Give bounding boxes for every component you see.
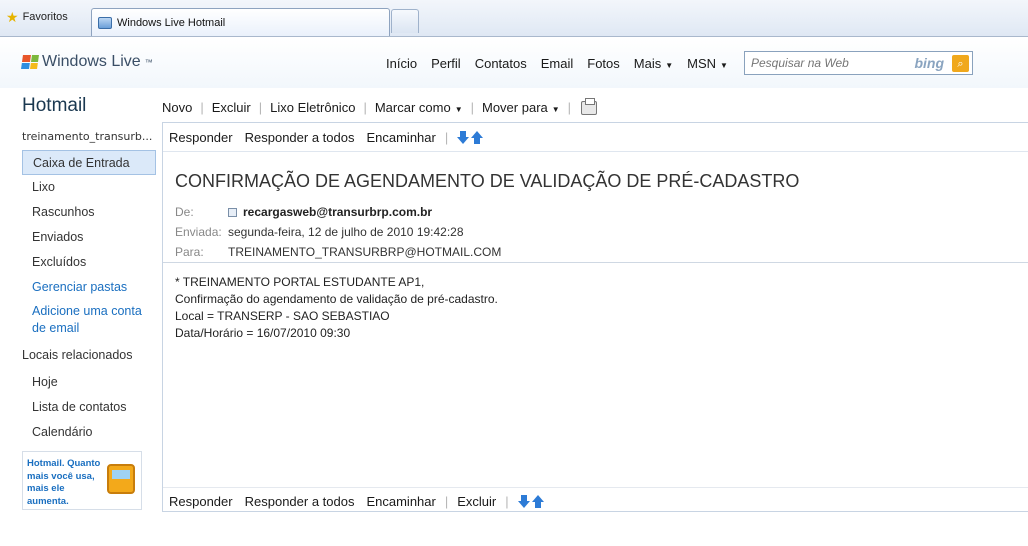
next-message-arrow-icon[interactable] <box>457 131 470 144</box>
move-to-menu[interactable]: Mover para ▼ <box>482 100 560 115</box>
chevron-down-icon: ▼ <box>454 105 463 114</box>
recipient-address: TREINAMENTO_TRANSURBRP@HOTMAIL.COM <box>228 245 502 259</box>
search-input[interactable] <box>745 56 895 70</box>
folder-drafts[interactable]: Rascunhos <box>22 200 156 225</box>
body-line: Data/Horário = 16/07/2010 09:30 <box>175 326 351 340</box>
account-name[interactable]: treinamento_transurb... <box>22 130 160 143</box>
folder-junk[interactable]: Lixo <box>22 175 156 200</box>
search-icon: ⌕ <box>957 57 964 70</box>
nav-contatos[interactable]: Contatos <box>475 56 527 71</box>
nav-msn-label: MSN <box>687 56 717 71</box>
divider: | <box>200 100 204 115</box>
related-places-heading: Locais relacionados <box>22 348 133 362</box>
page-icon <box>98 16 112 29</box>
reply-button[interactable]: Responder <box>169 494 233 509</box>
ad-text: Hotmail. Quanto mais você usa, mais ele … <box>27 458 101 507</box>
folder-inbox[interactable]: Caixa de Entrada <box>22 150 156 175</box>
favorites-button[interactable]: ★ Favoritos <box>6 9 68 25</box>
windows-live-logo[interactable]: Windows Live ™ <box>21 53 153 71</box>
related-calendar[interactable]: Calendário <box>22 420 156 445</box>
manage-folders-link[interactable]: Gerenciar pastas <box>22 275 156 300</box>
star-icon: ★ <box>6 9 19 25</box>
divider: | <box>258 100 263 115</box>
actions-divider <box>163 151 1028 152</box>
sent-label: Enviada: <box>175 225 222 239</box>
browser-tab-strip: ★ Favoritos Windows Live Hotmail <box>0 0 1028 37</box>
nav-perfil[interactable]: Perfil <box>431 56 461 71</box>
message-subject: CONFIRMAÇÃO DE AGENDAMENTO DE VALIDAÇÃO … <box>175 171 800 191</box>
folder-list: Caixa de Entrada Lixo Rascunhos Enviados… <box>22 150 156 445</box>
add-account-link[interactable]: Adicione uma conta de email <box>22 303 156 337</box>
contact-card-icon[interactable] <box>228 208 237 217</box>
forward-button[interactable]: Encaminhar <box>366 130 435 145</box>
message-pane: Responder Responder a todos Encaminhar |… <box>162 122 1028 512</box>
divider: | <box>470 100 474 115</box>
reply-all-button[interactable]: Responder a todos <box>245 130 355 145</box>
divider: | <box>444 494 449 509</box>
message-headers: De: recargasweb@transurbrp.com.br Enviada… <box>175 202 501 262</box>
body-line: * TREINAMENTO PORTAL ESTUDANTE AP1, <box>175 275 425 289</box>
move-to-label: Mover para <box>482 100 548 115</box>
junk-button[interactable]: Lixo Eletrônico <box>270 100 355 115</box>
nav-email[interactable]: Email <box>541 56 574 71</box>
bing-logo: bing <box>914 55 944 71</box>
top-nav: Início Perfil Contatos Email Fotos Mais ▼… <box>386 56 728 71</box>
nav-mais[interactable]: Mais ▼ <box>634 56 673 71</box>
folder-sent[interactable]: Enviados <box>22 225 156 250</box>
search-button[interactable]: ⌕ <box>952 55 969 72</box>
body-line: Local = TRANSERP - SAO SEBASTIAO <box>175 309 390 323</box>
nav-fotos[interactable]: Fotos <box>587 56 620 71</box>
previous-message-arrow-icon[interactable] <box>471 131 484 144</box>
truck-icon <box>107 464 135 494</box>
new-tab-button[interactable] <box>391 9 419 33</box>
chevron-down-icon: ▼ <box>665 61 674 70</box>
logo-tm: ™ <box>144 57 153 67</box>
browser-tab-active[interactable]: Windows Live Hotmail <box>91 8 390 36</box>
message-body: * TREINAMENTO PORTAL ESTUDANTE AP1, Conf… <box>175 274 498 342</box>
mark-as-menu[interactable]: Marcar como ▼ <box>375 100 463 115</box>
favorites-label: Favoritos <box>22 11 68 23</box>
divider: | <box>363 100 367 115</box>
related-contacts[interactable]: Lista de contatos <box>22 395 156 420</box>
reply-all-button[interactable]: Responder a todos <box>245 494 355 509</box>
chevron-down-icon: ▼ <box>720 61 728 70</box>
body-line: Confirmação do agendamento de validação … <box>175 292 498 306</box>
message-actions-top: Responder Responder a todos Encaminhar | <box>169 130 484 145</box>
tab-title: Windows Live Hotmail <box>117 16 226 29</box>
message-actions-bottom: Responder Responder a todos Encaminhar |… <box>169 494 544 509</box>
logo-text: Windows Live <box>42 53 141 70</box>
chevron-down-icon: ▼ <box>551 105 560 114</box>
divider: | <box>567 100 572 115</box>
sent-date: segunda-feira, 12 de julho de 2010 19:42… <box>228 225 464 239</box>
forward-button[interactable]: Encaminhar <box>366 494 435 509</box>
hotmail-ad-banner[interactable]: Hotmail. Quanto mais você usa, mais ele … <box>22 451 142 510</box>
from-label: De: <box>175 205 194 219</box>
reply-button[interactable]: Responder <box>169 130 233 145</box>
delete-button[interactable]: Excluir <box>457 494 496 509</box>
next-message-arrow-icon[interactable] <box>517 495 530 508</box>
message-nav <box>457 131 484 144</box>
previous-message-arrow-icon[interactable] <box>531 495 544 508</box>
related-today[interactable]: Hoje <box>22 370 156 395</box>
nav-mais-label: Mais <box>633 56 662 71</box>
nav-msn[interactable]: MSN ▼ <box>687 56 728 71</box>
main-toolbar: Novo | Excluir | Lixo Eletrônico | Marca… <box>162 97 598 115</box>
live-header: Windows Live ™ Início Perfil Contatos Ema… <box>0 38 1028 88</box>
bottom-divider <box>163 487 1028 488</box>
windows-flag-icon <box>21 55 39 69</box>
web-search-box: bing ⌕ <box>744 51 973 75</box>
folder-deleted[interactable]: Excluídos <box>22 250 156 275</box>
mark-as-label: Marcar como <box>374 100 451 115</box>
divider: | <box>444 130 449 145</box>
nav-inicio[interactable]: Início <box>386 56 417 71</box>
header-divider <box>163 262 1028 263</box>
delete-button[interactable]: Excluir <box>212 100 251 115</box>
new-button[interactable]: Novo <box>162 100 192 115</box>
to-label: Para: <box>175 245 204 259</box>
hotmail-brand[interactable]: Hotmail <box>22 95 86 117</box>
message-nav <box>517 495 544 508</box>
divider: | <box>505 494 509 509</box>
printer-icon[interactable] <box>581 97 598 115</box>
sender-address[interactable]: recargasweb@transurbrp.com.br <box>243 205 432 219</box>
